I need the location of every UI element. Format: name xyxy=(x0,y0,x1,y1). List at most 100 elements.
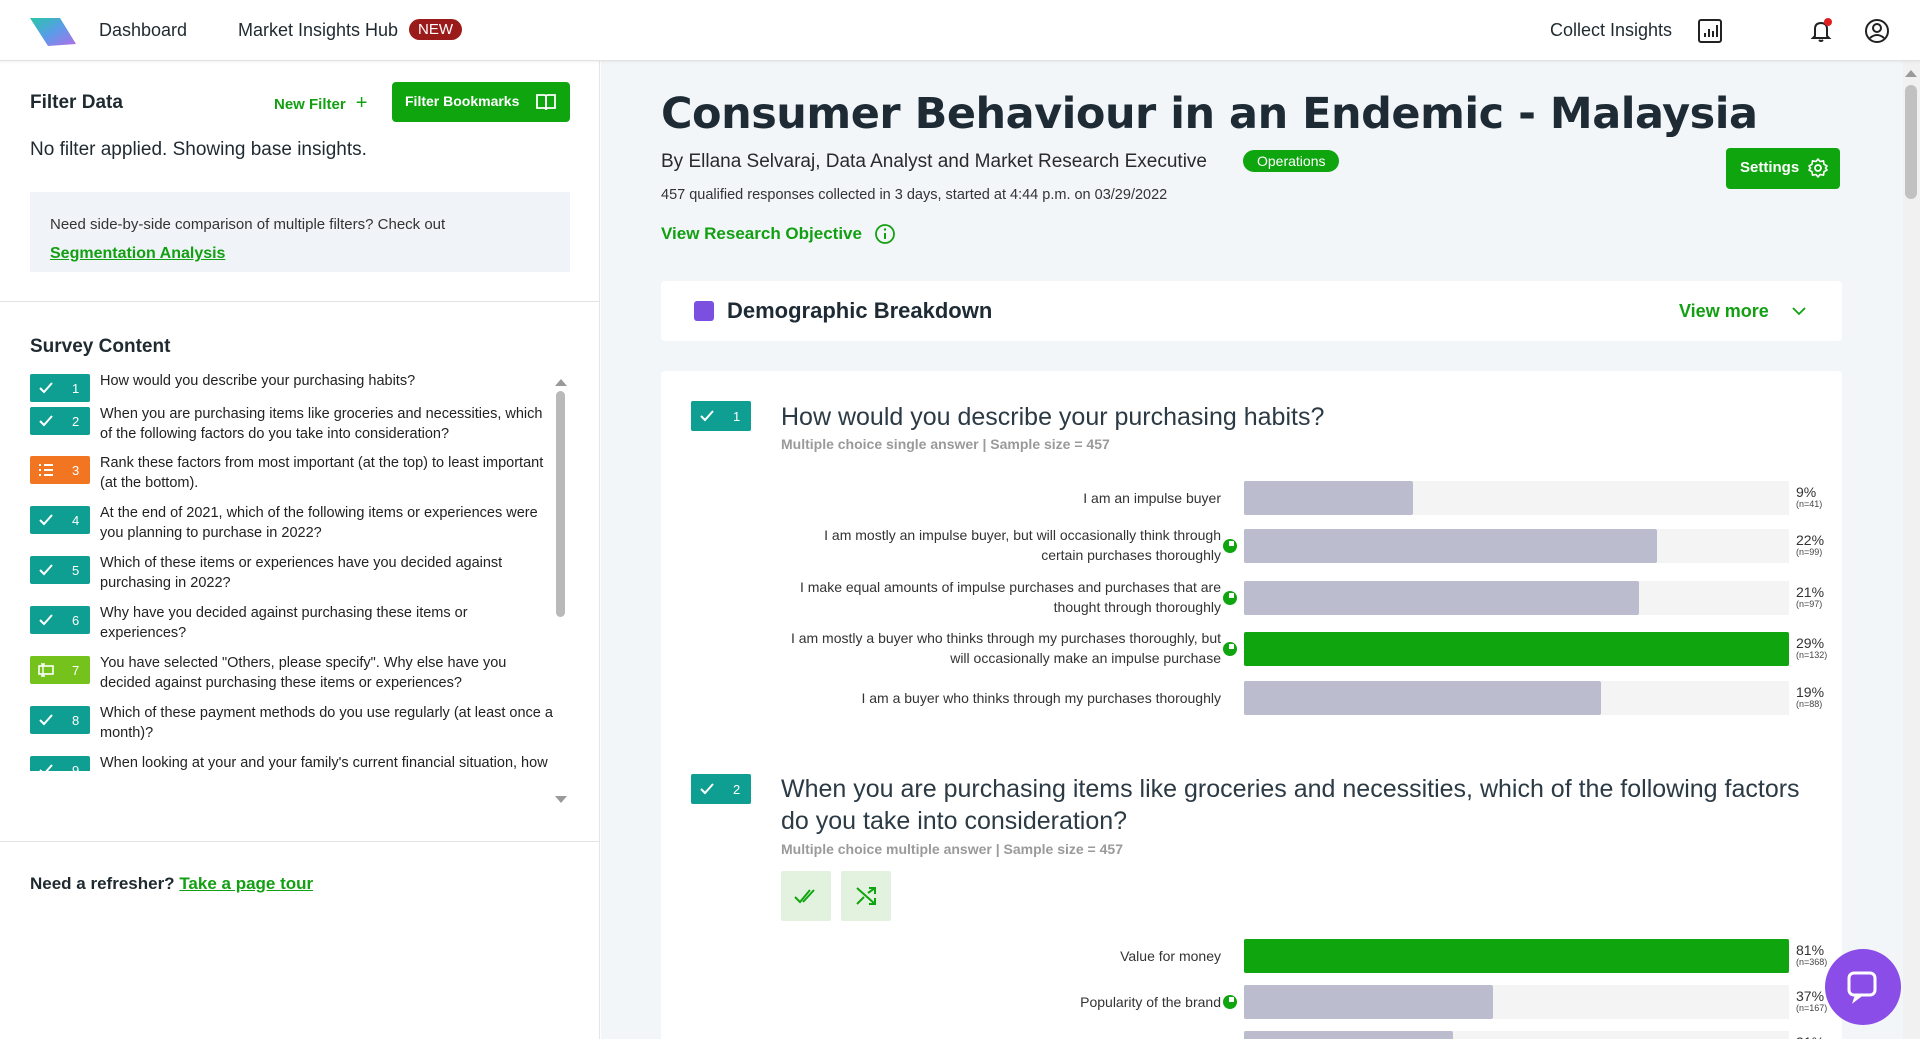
settings-button[interactable]: Settings xyxy=(1726,148,1840,189)
list-scroll-down-arrow[interactable] xyxy=(555,796,567,803)
chat-icon xyxy=(1847,971,1877,1004)
question-number: 9 xyxy=(72,763,80,771)
survey-question-item[interactable]: 8 Which of these payment methods do you u… xyxy=(30,703,555,753)
bar-value-label: 81% (n=368) xyxy=(1796,943,1827,967)
shuffle-icon xyxy=(856,887,876,905)
bar-sample-count: (n=97) xyxy=(1796,599,1823,609)
filter-sidebar: Filter Data New Filter + Filter Bookmarks… xyxy=(0,61,600,1039)
survey-question-item[interactable]: 5 Which of these items or experiences hav… xyxy=(30,553,555,603)
survey-content-title: Survey Content xyxy=(30,336,171,357)
text-input-icon xyxy=(38,663,54,677)
bar-fill[interactable] xyxy=(1244,481,1414,515)
page-scrollbar[interactable] xyxy=(1903,61,1920,1039)
bar-value-label: 9% (n=41) xyxy=(1796,485,1822,509)
view-research-objective-link[interactable]: View Research Objective xyxy=(661,224,895,244)
question-1-number: 1 xyxy=(733,409,741,424)
survey-question-item[interactable]: 3 Rank these factors from most important … xyxy=(30,453,555,503)
responses-summary: 457 qualified responses collected in 3 d… xyxy=(661,187,1168,203)
question-number: 1 xyxy=(72,381,80,396)
question-text: Why have you decided against purchasing … xyxy=(100,605,468,641)
check-icon xyxy=(700,783,714,795)
bar-fill[interactable] xyxy=(1244,581,1639,615)
list-scroll-up-arrow[interactable] xyxy=(555,379,567,386)
bar-track xyxy=(1244,581,1789,615)
check-icon xyxy=(39,514,53,526)
bar-track xyxy=(1244,1031,1789,1039)
bar-percent: 29% xyxy=(1796,635,1825,651)
check-icon xyxy=(700,410,714,422)
question-text: When looking at your and your family's c… xyxy=(100,755,548,771)
bar-track xyxy=(1244,681,1789,715)
demographic-breakdown-card: Demographic Breakdown View more xyxy=(661,281,1842,341)
survey-question-item[interactable]: 9 When looking at your and your family's … xyxy=(30,753,555,771)
question-2-tag: 2 xyxy=(691,774,751,804)
list-scrollbar-thumb[interactable] xyxy=(556,391,565,617)
question-text: Rank these factors from most important (… xyxy=(100,455,544,491)
collect-insights-link[interactable]: Collect Insights xyxy=(1550,20,1672,41)
bar-label: I am an impulse buyer xyxy=(1083,490,1221,506)
divider xyxy=(0,841,600,842)
author-byline: By Ellana Selvaraj, Data Analyst and Mar… xyxy=(661,151,1207,172)
segmentation-callout: Need side-by-side comparison of multiple… xyxy=(30,192,570,272)
bar-sample-count: (n=88) xyxy=(1796,699,1823,709)
survey-question-item[interactable]: 2 When you are purchasing items like groc… xyxy=(30,404,555,454)
bar-fill[interactable] xyxy=(1244,681,1602,715)
question-type-tag: 9 xyxy=(30,756,90,771)
bar-track xyxy=(1244,529,1789,563)
page-scroll-up-arrow[interactable] xyxy=(1905,70,1917,77)
shuffle-button[interactable] xyxy=(841,871,891,921)
segmentation-prompt: Need side-by-side comparison of multiple… xyxy=(50,216,446,233)
question-number: 5 xyxy=(72,563,80,578)
bar-fill[interactable] xyxy=(1244,985,1493,1019)
question-2-title: When you are purchasing items like groce… xyxy=(781,775,1800,835)
nav-market-insights-hub[interactable]: Market Insights Hub xyxy=(238,20,398,41)
bar-sample-count: (n=41) xyxy=(1796,499,1823,509)
bar-fill[interactable] xyxy=(1244,632,1789,666)
question-text: Which of these payment methods do you us… xyxy=(100,705,553,741)
new-badge: NEW xyxy=(409,19,462,40)
bar-track xyxy=(1244,939,1789,973)
question-number: 2 xyxy=(72,414,80,429)
new-filter-button[interactable]: New Filter + xyxy=(274,92,367,115)
bar-track xyxy=(1244,632,1789,666)
filter-bookmarks-button[interactable]: Filter Bookmarks xyxy=(392,82,570,122)
check-icon xyxy=(39,764,53,771)
pie-chart-icon[interactable] xyxy=(1223,591,1237,605)
book-icon xyxy=(536,94,556,111)
pie-chart-icon[interactable] xyxy=(1223,539,1237,553)
chart-icon[interactable] xyxy=(1697,18,1723,44)
refresher-line: Need a refresher? Take a page tour xyxy=(30,874,313,894)
pie-chart-icon[interactable] xyxy=(1223,995,1237,1009)
bar-sample-count: (n=368) xyxy=(1796,957,1828,967)
filter-data-title: Filter Data xyxy=(30,92,123,113)
bar-value-label: 31% xyxy=(1796,1035,1824,1039)
chat-support-button[interactable] xyxy=(1825,949,1901,1025)
bar-fill[interactable] xyxy=(1244,939,1789,973)
bar-label: I am mostly a buyer who thinks through m… xyxy=(790,630,1221,666)
survey-question-item[interactable]: 6 Why have you decided against purchasing… xyxy=(30,603,555,653)
bar-percent: 9% xyxy=(1796,484,1817,500)
bar-sample-count: (n=132) xyxy=(1796,650,1828,660)
bar-value-label: 19% (n=88) xyxy=(1796,685,1824,709)
bar-fill[interactable] xyxy=(1244,529,1658,563)
double-check-icon xyxy=(794,889,815,904)
question-number: 3 xyxy=(72,463,80,478)
question-2-meta: Multiple choice multiple answer | Sample… xyxy=(781,841,1123,857)
view-more-button[interactable]: View more xyxy=(1679,301,1806,322)
bar-value-label: 29% (n=132) xyxy=(1796,636,1827,660)
nav-dashboard[interactable]: Dashboard xyxy=(99,20,187,41)
app-logo[interactable] xyxy=(30,16,76,47)
user-icon[interactable] xyxy=(1864,18,1890,44)
survey-question-item[interactable]: 7 You have selected "Others, please speci… xyxy=(30,653,555,703)
page-scrollbar-thumb[interactable] xyxy=(1905,85,1917,199)
pie-chart-icon[interactable] xyxy=(1223,642,1237,656)
question-results-card: 1 How would you describe your purchasing… xyxy=(661,371,1842,1039)
bar-fill[interactable] xyxy=(1244,1031,1453,1039)
segmentation-analysis-link[interactable]: Segmentation Analysis xyxy=(50,245,225,262)
bell-icon[interactable] xyxy=(1809,18,1835,44)
question-1-title: How would you describe your purchasing h… xyxy=(781,403,1325,431)
page-tour-link[interactable]: Take a page tour xyxy=(179,874,313,893)
survey-question-item[interactable]: 4 At the end of 2021, which of the follow… xyxy=(30,503,555,553)
bar-sample-count: (n=99) xyxy=(1796,547,1823,557)
select-all-button[interactable] xyxy=(781,871,831,921)
